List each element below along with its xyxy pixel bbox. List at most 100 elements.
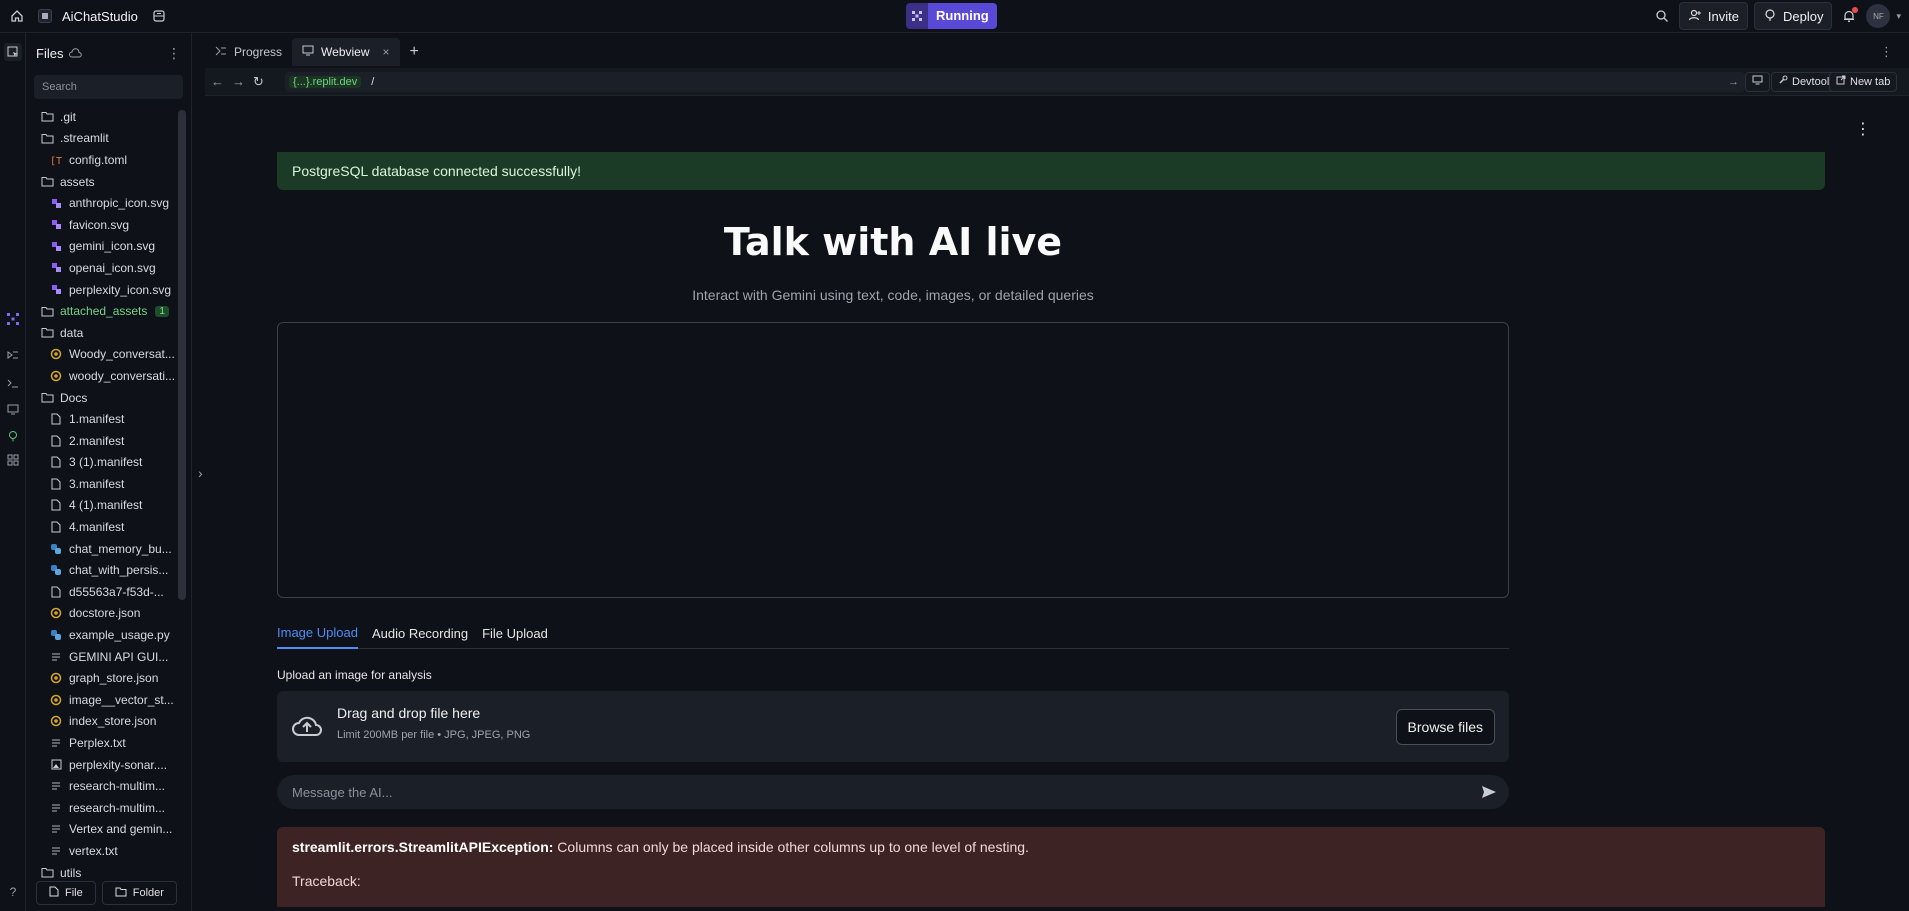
tree-item-label: woody_conversati...	[69, 368, 176, 383]
tree-file[interactable]: perplexity-sonar....	[26, 754, 176, 776]
tree-folder[interactable]: data	[26, 322, 176, 344]
tabs-menu-icon[interactable]: ⋮	[1880, 44, 1893, 60]
notifications-bell-icon[interactable]	[1838, 5, 1860, 27]
json-file-icon	[49, 714, 63, 728]
tree-file[interactable]: anthropic_icon.svg	[26, 192, 176, 214]
add-tab-icon[interactable]: +	[410, 43, 419, 61]
tab-audio-recording[interactable]: Audio Recording	[372, 617, 468, 649]
help-icon[interactable]: ?	[4, 883, 22, 901]
all-tools-icon[interactable]	[4, 451, 22, 469]
tree-file[interactable]: 4.manifest	[26, 516, 176, 538]
streamlit-menu-icon[interactable]: ⋮	[1855, 119, 1871, 139]
new-folder-button[interactable]: Folder	[101, 881, 177, 905]
tree-file[interactable]: chat_memory_bu...	[26, 538, 176, 560]
run-button[interactable]: Running	[906, 3, 997, 29]
tree-file[interactable]: Vertex and gemin...	[26, 819, 176, 841]
tree-file[interactable]: gemini_icon.svg	[26, 236, 176, 258]
deploy-button[interactable]: Deploy	[1754, 2, 1833, 30]
success-alert: PostgreSQL database connected successful…	[277, 152, 1825, 190]
tree-file[interactable]: d55563a7-f53d-...	[26, 581, 176, 603]
webview-icon[interactable]	[4, 400, 22, 418]
close-tab-icon[interactable]: ×	[383, 45, 390, 59]
open-external-icon[interactable]: →	[1728, 76, 1739, 88]
tab-image-upload[interactable]: Image Upload	[277, 617, 358, 649]
tree-folder[interactable]: assets	[26, 171, 176, 193]
file-icon	[49, 434, 63, 448]
url-path: /	[371, 75, 375, 88]
tree-file[interactable]: 3.manifest	[26, 473, 176, 495]
tree-file[interactable]: 1.manifest	[26, 408, 176, 430]
run-status-icon	[906, 3, 928, 29]
forward-icon[interactable]: →	[232, 74, 245, 89]
tab-webview[interactable]: Webview ×	[292, 38, 400, 66]
collapse-panel-icon[interactable]: ›	[198, 465, 203, 481]
text-file-icon	[49, 801, 63, 815]
tree-file[interactable]: vertex.txt	[26, 840, 176, 862]
storage-icon[interactable]	[148, 5, 170, 27]
tree-item-label: 1.manifest	[69, 412, 125, 427]
tree-file[interactable]: index_store.json	[26, 711, 176, 733]
tree-file[interactable]: 3 (1).manifest	[26, 452, 176, 474]
message-input[interactable]: Message the AI...	[277, 775, 1509, 809]
back-icon[interactable]: ←	[211, 74, 224, 89]
tree-folder[interactable]: attached_assets 1	[26, 300, 176, 322]
tree-file[interactable]: woody_conversati...	[26, 365, 176, 387]
files-search-input[interactable]: Search	[34, 75, 183, 99]
terminal-icon[interactable]	[4, 374, 22, 392]
url-input[interactable]: {...}.replit.dev / →	[285, 71, 1745, 92]
tree-item-label: index_store.json	[69, 714, 157, 729]
tree-folder[interactable]: .git	[26, 106, 176, 128]
svg-file-icon	[49, 283, 63, 297]
avatar[interactable]: NF	[1866, 4, 1891, 28]
device-icon	[1752, 75, 1763, 88]
home-icon[interactable]	[6, 5, 28, 27]
app-name[interactable]: AiChatStudio	[62, 9, 138, 24]
tree-file[interactable]: graph_store.json	[26, 667, 176, 689]
new-file-button[interactable]: File	[36, 881, 96, 905]
tree-folder[interactable]: Docs	[26, 387, 176, 409]
files-panel: Files ⋮ Search .git .streamlit [T] config.t…	[26, 33, 192, 911]
new-tab-button[interactable]: New tab	[1829, 71, 1898, 92]
tree-file[interactable]: [T] config.toml	[26, 149, 176, 171]
tree-file[interactable]: favicon.svg	[26, 214, 176, 236]
files-menu-icon[interactable]: ⋮	[167, 45, 181, 62]
workflow-icon[interactable]	[4, 346, 22, 364]
tree-file[interactable]: 4 (1).manifest	[26, 495, 176, 517]
tree-file[interactable]: docstore.json	[26, 603, 176, 625]
tree-item-label: perplexity-sonar....	[69, 757, 168, 772]
deployments-icon[interactable]	[4, 427, 22, 445]
search-icon[interactable]	[1651, 5, 1673, 27]
files-title: Files	[36, 45, 64, 61]
tree-file[interactable]: perplexity_icon.svg	[26, 279, 176, 301]
tree-file[interactable]: Perplex.txt	[26, 732, 176, 754]
tree-file[interactable]: example_usage.py	[26, 624, 176, 646]
file-dropzone[interactable]: Drag and drop file here Limit 200MB per …	[277, 691, 1509, 762]
reload-icon[interactable]: ↻	[253, 74, 264, 90]
send-icon[interactable]	[1481, 784, 1497, 803]
tab-file-upload[interactable]: File Upload	[482, 617, 548, 649]
file-tree-scrollbar[interactable]	[178, 110, 186, 600]
invite-button[interactable]: Invite	[1678, 2, 1748, 30]
tree-file[interactable]: research-multim...	[26, 797, 176, 819]
tree-file[interactable]: openai_icon.svg	[26, 257, 176, 279]
agent-icon[interactable]	[4, 310, 22, 328]
tree-file[interactable]: research-multim...	[26, 775, 176, 797]
tree-file[interactable]: 2.manifest	[26, 430, 176, 452]
tree-item-label: Woody_conversat...	[69, 347, 175, 362]
file-explorer-icon[interactable]	[4, 43, 22, 61]
tree-file[interactable]: Woody_conversat...	[26, 344, 176, 366]
tree-file[interactable]: GEMINI API GUI...	[26, 646, 176, 668]
tree-folder[interactable]: .streamlit	[26, 128, 176, 150]
tree-item-label: vertex.txt	[69, 843, 118, 858]
tree-file[interactable]: chat_with_persis...	[26, 559, 176, 581]
tree-file[interactable]: image__vector_st...	[26, 689, 176, 711]
tree-item-label: research-multim...	[69, 779, 166, 794]
tab-progress[interactable]: Progress	[205, 38, 292, 66]
monitor-icon	[302, 45, 314, 59]
files-search-placeholder: Search	[42, 81, 77, 93]
deploy-label: Deploy	[1783, 8, 1824, 24]
device-preview-button[interactable]	[1745, 71, 1770, 92]
chevron-down-icon[interactable]: ▾	[1896, 11, 1901, 22]
browse-files-button[interactable]: Browse files	[1395, 709, 1495, 745]
deploy-icon	[1763, 8, 1777, 25]
